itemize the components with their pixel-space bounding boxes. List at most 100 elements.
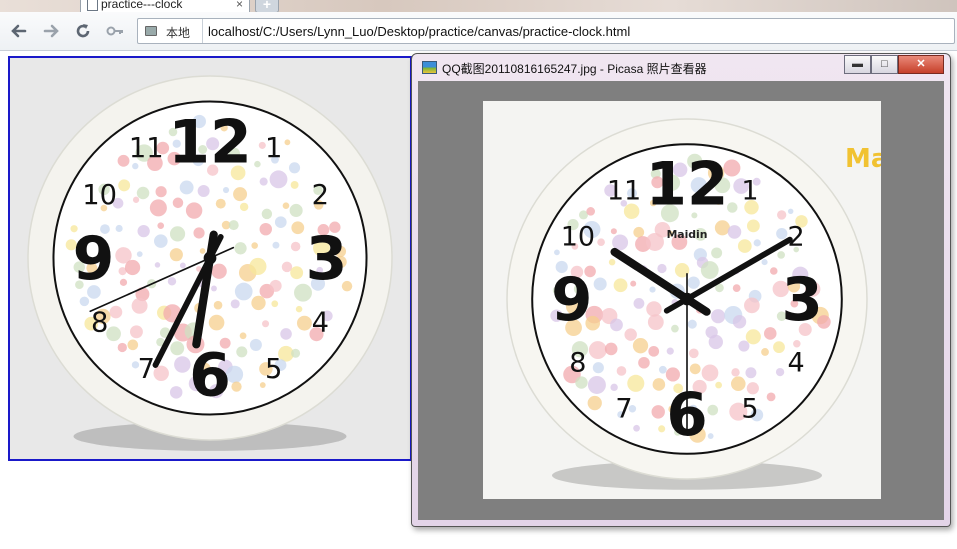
tab-close-button[interactable]: × — [236, 0, 243, 11]
face-dot — [593, 277, 607, 291]
face-dot — [211, 285, 217, 292]
face-dot — [727, 225, 742, 239]
face-dot — [213, 300, 223, 310]
url-text[interactable]: localhost/C:/Users/Lynn_Luo/Desktop/prac… — [208, 24, 630, 39]
tab-practice-clock[interactable]: practice---clock × — [80, 0, 250, 12]
face-dot — [136, 251, 143, 258]
face-dot — [149, 199, 167, 217]
face-dot — [688, 348, 699, 359]
face-dot — [249, 257, 267, 276]
face-dot — [715, 381, 722, 389]
face-dot — [251, 295, 266, 311]
clock-numeral-9: 9 — [73, 224, 115, 294]
clock-numeral-7: 7 — [615, 394, 632, 425]
face-dot — [587, 375, 606, 394]
new-tab-button[interactable]: + — [255, 0, 279, 12]
brand-label: Maidin — [667, 228, 708, 241]
face-dot — [592, 362, 604, 374]
address-bar[interactable]: 本地 localhost/C:/Users/Lynn_Luo/Desktop/p… — [137, 18, 955, 44]
picasa-title-bar[interactable]: QQ截图20110816165247.jpg - Picasa 照片查看器 ▬ … — [412, 54, 950, 80]
face-dot — [249, 338, 262, 351]
face-dot — [646, 301, 662, 317]
clock-numeral-11: 11 — [607, 175, 641, 206]
key-icon[interactable] — [104, 20, 126, 42]
face-dot — [793, 340, 801, 348]
clock-numeral-8: 8 — [569, 347, 586, 378]
face-dot — [700, 261, 719, 279]
maximize-button[interactable]: □ — [871, 55, 898, 74]
forward-arrow-icon[interactable] — [40, 20, 62, 42]
face-dot — [269, 170, 288, 189]
face-dot — [648, 345, 660, 357]
face-dot — [608, 258, 616, 266]
face-dot — [787, 208, 794, 215]
clock-numeral-4: 4 — [312, 307, 329, 338]
face-dot — [288, 162, 301, 174]
face-dot — [262, 320, 270, 328]
face-dot — [645, 232, 664, 251]
face-dot — [665, 367, 680, 382]
face-dot — [215, 198, 226, 209]
face-dot — [770, 267, 778, 275]
face-dot — [197, 184, 210, 197]
face-dot — [124, 259, 141, 276]
face-dot — [707, 404, 719, 416]
face-dot — [746, 382, 759, 395]
face-dot — [627, 374, 645, 392]
close-button[interactable]: ✕ — [898, 55, 944, 74]
clock-numeral-1: 1 — [265, 133, 282, 164]
face-dot — [284, 139, 291, 146]
face-dot — [777, 251, 785, 259]
face-dot — [251, 242, 258, 249]
face-dot — [254, 160, 261, 168]
clock-numeral-4: 4 — [788, 347, 805, 378]
face-dot — [647, 314, 664, 331]
clock-numeral-5: 5 — [741, 394, 758, 425]
face-dot — [652, 378, 666, 391]
clock-numeral-1: 1 — [741, 175, 758, 206]
face-dot — [687, 276, 700, 289]
photo-clock: 121234567891011MaidinMa — [506, 118, 881, 490]
clock-numeral-7: 7 — [138, 354, 155, 385]
face-dot — [773, 341, 785, 354]
face-dot — [588, 341, 607, 360]
clock-numeral-6: 6 — [189, 341, 231, 411]
location-chip[interactable]: 本地 — [138, 19, 203, 43]
face-dot — [658, 365, 667, 374]
clock-numeral-12: 12 — [168, 108, 252, 178]
clock-numeral-3: 3 — [306, 224, 348, 294]
face-dot — [657, 263, 667, 274]
tab-strip: practice---clock × + — [0, 0, 957, 12]
face-dot — [282, 202, 290, 210]
clock-numeral-11: 11 — [129, 133, 164, 164]
page-icon — [87, 0, 98, 11]
face-dot — [707, 433, 714, 439]
minimize-button[interactable]: ▬ — [844, 55, 871, 74]
face-dot — [271, 300, 279, 308]
face-dot — [185, 202, 203, 219]
face-dot — [630, 280, 637, 287]
face-dot — [231, 381, 242, 392]
reload-icon[interactable] — [72, 20, 94, 42]
face-dot — [587, 395, 602, 411]
face-dot — [172, 197, 184, 209]
face-dot — [651, 405, 665, 419]
face-dot — [586, 207, 596, 216]
face-dot — [274, 216, 287, 229]
face-dot — [633, 226, 645, 238]
face-dot — [737, 239, 752, 253]
drawn-clock: 12 12 3 45 6 78 9 10 11 — [27, 75, 393, 451]
face-dot — [610, 318, 623, 332]
monitor-icon — [145, 26, 157, 36]
face-dot — [132, 196, 140, 203]
face-dot — [230, 299, 240, 309]
face-dot — [118, 179, 131, 192]
face-dot — [711, 309, 726, 324]
face-dot — [155, 186, 167, 198]
face-dot — [726, 202, 738, 213]
clock-numeral-9: 9 — [551, 266, 592, 335]
face-dot — [295, 305, 303, 313]
face-dot — [208, 314, 225, 331]
face-dot — [119, 278, 128, 286]
back-arrow-icon[interactable] — [8, 20, 30, 42]
